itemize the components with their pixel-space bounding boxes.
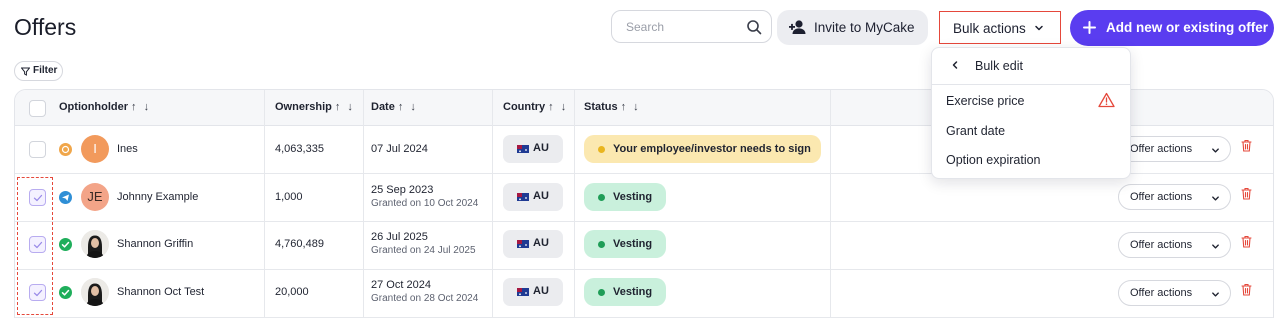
date-value: 26 Jul 2025 — [371, 231, 428, 243]
column-header-optionholder[interactable]: Optionholder ↑ ↓ — [59, 101, 151, 113]
search-placeholder: Search — [626, 20, 665, 34]
menu-item-exercise-price[interactable]: Exercise price — [946, 94, 1025, 108]
status-badge: Vesting — [584, 278, 666, 306]
chevron-down-icon — [1212, 244, 1219, 249]
menu-item-option-expiration[interactable]: Option expiration — [946, 153, 1041, 167]
date-value: 27 Oct 2024 — [371, 279, 431, 291]
offer-actions-button[interactable]: Offer actions — [1118, 280, 1231, 306]
offer-actions-button[interactable]: Offer actions — [1118, 184, 1231, 210]
ownership-value: 4,760,489 — [275, 238, 324, 250]
filter-button[interactable]: Filter — [14, 61, 63, 81]
row-checkbox[interactable] — [29, 141, 46, 158]
chevron-down-icon — [1212, 292, 1219, 297]
australia-flag-icon — [517, 193, 529, 201]
trash-icon[interactable] — [1241, 187, 1252, 200]
chevron-down-icon — [1212, 196, 1219, 201]
optionholder-name[interactable]: Shannon Oct Test — [117, 286, 204, 298]
table-row[interactable]: Shannon Griffin 4,760,489 26 Jul 2025 Gr… — [15, 222, 1273, 270]
chevron-left-icon — [952, 61, 958, 69]
column-header-status[interactable]: Status ↑ ↓ — [584, 101, 641, 113]
selection-highlight — [17, 177, 53, 315]
offer-actions-button[interactable]: Offer actions — [1118, 232, 1231, 258]
add-offer-button[interactable]: Add new or existing offer — [1070, 10, 1274, 46]
granted-date: Granted on 24 Jul 2025 — [371, 245, 476, 256]
offer-actions-button[interactable]: Offer actions — [1118, 136, 1231, 162]
invite-label: Invite to MyCake — [814, 20, 915, 35]
bulk-actions-label: Bulk actions — [953, 21, 1026, 36]
menu-item-grant-date[interactable]: Grant date — [946, 124, 1005, 138]
australia-flag-icon — [517, 145, 529, 153]
granted-date: Granted on 10 Oct 2024 — [371, 198, 479, 209]
ownership-value: 20,000 — [275, 286, 309, 298]
country-badge: AU — [503, 183, 563, 211]
plus-icon — [1083, 21, 1096, 34]
granted-date: Granted on 28 Oct 2024 — [371, 293, 479, 304]
optionholder-name[interactable]: Shannon Griffin — [117, 238, 193, 250]
avatar: I — [81, 135, 109, 163]
column-header-country[interactable]: Country ↑ ↓ — [503, 101, 568, 113]
date-value: 25 Sep 2023 — [371, 184, 434, 196]
trash-icon[interactable] — [1241, 283, 1252, 296]
chevron-down-icon — [1035, 25, 1043, 31]
avatar — [81, 278, 109, 306]
warning-icon — [1098, 92, 1115, 108]
bulk-edit-back-button[interactable]: Bulk edit — [932, 48, 1130, 85]
country-badge: AU — [503, 135, 563, 163]
table-row[interactable]: Shannon Oct Test 20,000 27 Oct 2024 Gran… — [15, 270, 1273, 318]
trash-icon[interactable] — [1241, 139, 1252, 152]
country-badge: AU — [503, 278, 563, 306]
status-badge: Vesting — [584, 183, 666, 211]
status-badge: Vesting — [584, 230, 666, 258]
australia-flag-icon — [517, 240, 529, 248]
invite-button[interactable]: Invite to MyCake — [777, 10, 928, 45]
ownership-value: 1,000 — [275, 191, 303, 203]
trash-icon[interactable] — [1241, 235, 1252, 248]
ownership-value: 4,063,335 — [275, 143, 324, 155]
bulk-actions-dropdown: Bulk edit Exercise price Grant date Opti… — [931, 47, 1131, 179]
table-row[interactable]: JE Johnny Example 1,000 25 Sep 2023 Gran… — [15, 174, 1273, 222]
optionholder-name[interactable]: Johnny Example — [117, 191, 198, 203]
date-value: 07 Jul 2024 — [371, 143, 428, 155]
send-icon — [59, 191, 72, 204]
chevron-down-icon — [1212, 148, 1219, 153]
add-offer-label: Add new or existing offer — [1106, 20, 1269, 35]
search-input[interactable]: Search — [611, 10, 772, 43]
bulk-actions-button[interactable]: Bulk actions — [939, 11, 1061, 44]
page-title: Offers — [14, 14, 77, 40]
avatar — [81, 230, 109, 258]
check-circle-icon — [59, 238, 72, 251]
column-header-date[interactable]: Date ↑ ↓ — [371, 101, 418, 113]
select-all-checkbox[interactable] — [29, 100, 46, 117]
add-user-icon — [789, 20, 806, 34]
column-header-ownership[interactable]: Ownership ↑ ↓ — [275, 101, 355, 113]
optionholder-name[interactable]: Ines — [117, 143, 138, 155]
pending-icon — [59, 143, 72, 156]
status-badge: Your employee/investor needs to sign — [584, 135, 821, 163]
avatar: JE — [81, 183, 109, 211]
filter-icon — [21, 67, 30, 76]
check-circle-icon — [59, 286, 72, 299]
australia-flag-icon — [517, 288, 529, 296]
country-badge: AU — [503, 230, 563, 258]
filter-label: Filter — [33, 65, 58, 76]
search-icon — [747, 20, 762, 35]
